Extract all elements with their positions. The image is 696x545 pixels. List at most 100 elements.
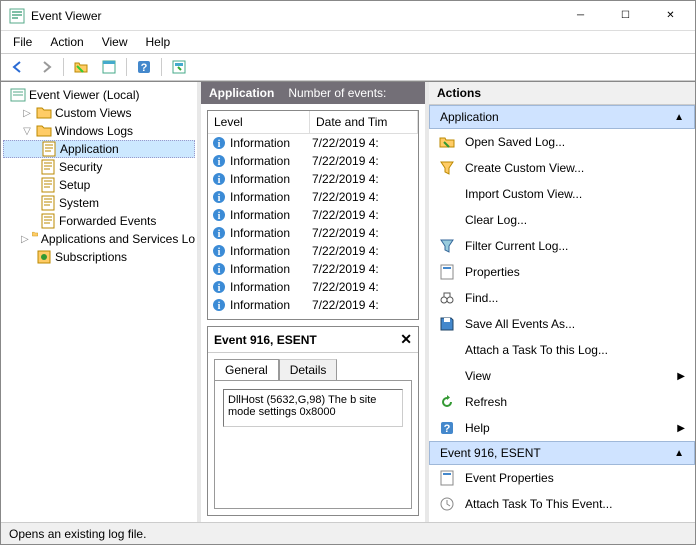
tree-root[interactable]: Event Viewer (Local) (3, 86, 195, 104)
col-datetime[interactable]: Date and Tim (310, 111, 418, 133)
navigation-tree: Event Viewer (Local) ▷ Custom Views ▽ Wi… (1, 82, 201, 522)
info-icon: i (212, 172, 226, 186)
tree-custom-views[interactable]: ▷ Custom Views (3, 104, 195, 122)
menu-action[interactable]: Action (42, 33, 91, 51)
svg-text:i: i (218, 247, 221, 258)
tree-system[interactable]: System (3, 194, 195, 212)
action-save-all-events[interactable]: Save All Events As... (429, 311, 695, 337)
toolbar: ? (1, 53, 695, 81)
svg-text:i: i (218, 193, 221, 204)
chevron-right-icon: ▶ (677, 423, 685, 434)
event-list: Level Date and Tim iInformation7/22/2019… (207, 110, 419, 320)
tree-application[interactable]: Application (3, 140, 195, 158)
app-icon (9, 8, 25, 24)
svg-text:i: i (218, 211, 221, 222)
info-icon: i (212, 298, 226, 312)
tree-app-services[interactable]: ▷ Applications and Services Lo (3, 230, 195, 248)
pane-button[interactable] (98, 56, 120, 78)
tree-security[interactable]: Security (3, 158, 195, 176)
window-title: Event Viewer (31, 9, 558, 23)
action-event-properties[interactable]: Event Properties (429, 465, 695, 491)
menu-help[interactable]: Help (138, 33, 179, 51)
detail-scrollbar[interactable] (223, 433, 403, 449)
action-help[interactable]: ? Help ▶ (429, 415, 695, 441)
back-button[interactable] (7, 56, 29, 78)
table-row[interactable]: iInformation7/22/2019 4: (208, 260, 418, 278)
collapse-icon: ▲ (674, 448, 684, 459)
action-properties[interactable]: Properties (429, 259, 695, 285)
tree-forwarded[interactable]: Forwarded Events (3, 212, 195, 230)
actions-body: Application ▲ Open Saved Log... Create C… (429, 105, 695, 522)
tree-setup[interactable]: Setup (3, 176, 195, 194)
folder-open-icon (439, 134, 455, 150)
tree-subscriptions[interactable]: Subscriptions (3, 248, 195, 266)
detail-close-button[interactable]: ✕ (400, 331, 412, 348)
info-icon: i (212, 208, 226, 222)
action-import-custom-view[interactable]: Import Custom View... (429, 181, 695, 207)
center-header: Application Number of events: (201, 82, 425, 104)
toolbar-separator (161, 58, 162, 76)
content-area: Event Viewer (Local) ▷ Custom Views ▽ Wi… (1, 81, 695, 522)
toolbar-separator (63, 58, 64, 76)
table-row[interactable]: iInformation7/22/2019 4: (208, 152, 418, 170)
actions-section-application[interactable]: Application ▲ (429, 105, 695, 129)
filter-icon (439, 238, 455, 254)
action-filter-current-log[interactable]: Filter Current Log... (429, 233, 695, 259)
info-icon: i (212, 136, 226, 150)
binoculars-icon (439, 290, 455, 306)
action-open-saved-log[interactable]: Open Saved Log... (429, 129, 695, 155)
table-row[interactable]: iInformation7/22/2019 4: (208, 170, 418, 188)
svg-text:i: i (218, 139, 221, 150)
table-row[interactable]: iInformation7/22/2019 4: (208, 188, 418, 206)
info-icon: i (212, 244, 226, 258)
tree-windows-logs[interactable]: ▽ Windows Logs (3, 122, 195, 140)
info-icon: i (212, 280, 226, 294)
menu-view[interactable]: View (94, 33, 136, 51)
table-row[interactable]: iInformation7/22/2019 4: (208, 296, 418, 314)
forward-button[interactable] (35, 56, 57, 78)
properties-icon (439, 264, 455, 280)
close-button[interactable]: ✕ (648, 2, 693, 30)
statusbar: Opens an existing log file. (1, 522, 695, 544)
action-attach-task[interactable]: Attach a Task To this Log... (429, 337, 695, 363)
actions-section-event[interactable]: Event 916, ESENT ▲ (429, 441, 695, 465)
task-icon (439, 496, 455, 512)
help-button[interactable]: ? (133, 56, 155, 78)
action-refresh[interactable]: Refresh (429, 389, 695, 415)
actions-header: Actions (429, 82, 695, 105)
info-icon: i (212, 226, 226, 240)
svg-text:?: ? (141, 62, 148, 74)
tab-general[interactable]: General (214, 359, 279, 380)
svg-text:i: i (218, 283, 221, 294)
event-detail-pane: Event 916, ESENT ✕ General Details DllHo… (207, 326, 419, 516)
maximize-button[interactable]: ☐ (603, 2, 648, 30)
table-row[interactable]: iInformation7/22/2019 4: (208, 278, 418, 296)
info-icon: i (212, 190, 226, 204)
action-clear-log[interactable]: Clear Log... (429, 207, 695, 233)
action-view[interactable]: View ▶ (429, 363, 695, 389)
action-create-custom-view[interactable]: Create Custom View... (429, 155, 695, 181)
detail-tabs: General Details (208, 353, 418, 380)
event-count-label: Number of events: (288, 86, 386, 100)
status-text: Opens an existing log file. (9, 527, 146, 541)
svg-text:i: i (218, 175, 221, 186)
table-row[interactable]: iInformation7/22/2019 4: (208, 242, 418, 260)
tab-content: DllHost (5632,G,98) The b site mode sett… (214, 380, 412, 509)
svg-text:i: i (218, 229, 221, 240)
minimize-button[interactable]: ─ (558, 2, 603, 30)
titlebar: Event Viewer ─ ☐ ✕ (1, 1, 695, 31)
table-row[interactable]: iInformation7/22/2019 4: (208, 224, 418, 242)
table-row[interactable]: iInformation7/22/2019 4: (208, 206, 418, 224)
action-find[interactable]: Find... (429, 285, 695, 311)
table-row[interactable]: iInformation7/22/2019 4: (208, 134, 418, 152)
properties-button[interactable] (168, 56, 190, 78)
folder-button[interactable] (70, 56, 92, 78)
tab-details[interactable]: Details (279, 359, 338, 380)
save-icon (439, 316, 455, 332)
table-body[interactable]: iInformation7/22/2019 4:iInformation7/22… (208, 134, 418, 319)
col-level[interactable]: Level (208, 111, 310, 133)
menubar: File Action View Help (1, 31, 695, 53)
menu-file[interactable]: File (5, 33, 40, 51)
svg-text:?: ? (444, 423, 451, 435)
action-attach-task-event[interactable]: Attach Task To This Event... (429, 491, 695, 517)
